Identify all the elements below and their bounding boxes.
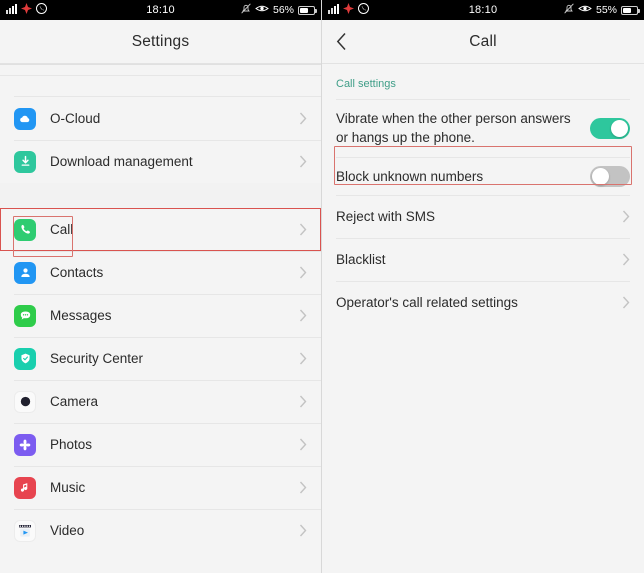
chevron-right-icon bbox=[299, 309, 307, 322]
red-app-icon bbox=[21, 3, 32, 17]
dual-screenshot: 18:10 56% Settings O-Cloud Download mana… bbox=[0, 0, 644, 573]
battery-percent-label: 55% bbox=[595, 4, 617, 16]
sidebar-item-label: Security Center bbox=[50, 351, 144, 366]
chevron-right-icon bbox=[299, 352, 307, 365]
setting-label: Vibrate when the other person answers or… bbox=[336, 111, 571, 145]
eye-icon bbox=[255, 4, 269, 16]
sidebar-item-label: Download management bbox=[50, 154, 193, 169]
battery-icon bbox=[621, 5, 640, 15]
list-section-gap bbox=[0, 183, 321, 208]
sidebar-item-label: Video bbox=[50, 523, 85, 538]
sidebar-item-download-management[interactable]: Download management bbox=[0, 140, 321, 183]
chevron-right-icon bbox=[299, 395, 307, 408]
page-title: Call bbox=[469, 32, 497, 50]
setting-label: Reject with SMS bbox=[336, 209, 436, 224]
status-right-icons: 55% bbox=[564, 3, 640, 17]
shield-icon bbox=[14, 347, 36, 370]
sidebar-item-label: Call bbox=[50, 222, 74, 237]
setting-label: Operator's call related settings bbox=[336, 295, 518, 310]
setting-row-reject-with-sms[interactable]: Reject with SMS bbox=[322, 195, 644, 238]
chevron-right-icon bbox=[299, 481, 307, 494]
video-icon bbox=[14, 519, 36, 542]
photos-icon bbox=[14, 433, 36, 456]
messages-icon bbox=[14, 304, 36, 327]
music-icon bbox=[14, 476, 36, 499]
sidebar-item-label: Contacts bbox=[50, 265, 104, 280]
sidebar-item-label: O-Cloud bbox=[50, 111, 101, 126]
whatsapp-icon bbox=[36, 3, 47, 17]
chevron-left-icon bbox=[336, 32, 346, 51]
sidebar-item-video[interactable]: Video bbox=[0, 509, 321, 552]
sidebar-item-photos[interactable]: Photos bbox=[0, 423, 321, 466]
right-phone-screen: 18:10 55% Call Call settings Vibrate whe… bbox=[322, 0, 644, 573]
settings-list: O-Cloud Download management Call Contact… bbox=[0, 97, 321, 552]
sidebar-item-label: Camera bbox=[50, 394, 99, 409]
sidebar-item-messages[interactable]: Messages bbox=[0, 294, 321, 337]
sidebar-item-o-cloud[interactable]: O-Cloud bbox=[0, 97, 321, 140]
status-bar-left: 18:10 56% bbox=[0, 0, 321, 20]
signal-bars-icon bbox=[6, 3, 17, 17]
chevron-right-icon bbox=[622, 296, 630, 309]
back-button[interactable] bbox=[336, 20, 366, 63]
chevron-right-icon bbox=[622, 253, 630, 266]
bell-mute-icon bbox=[564, 3, 574, 17]
eye-icon bbox=[578, 4, 592, 16]
chevron-right-icon bbox=[299, 524, 307, 537]
status-left-icons bbox=[6, 3, 47, 17]
contacts-icon bbox=[14, 261, 36, 284]
whatsapp-icon bbox=[358, 3, 369, 17]
cloud-icon bbox=[14, 107, 36, 130]
setting-row-blacklist[interactable]: Blacklist bbox=[322, 238, 644, 281]
status-left-icons bbox=[328, 3, 369, 17]
setting-label: Block unknown numbers bbox=[336, 168, 484, 184]
phone-icon bbox=[14, 218, 36, 241]
setting-label: Blacklist bbox=[336, 252, 386, 267]
status-bar-right: 18:10 55% bbox=[322, 0, 644, 20]
block-unknown-numbers-toggle[interactable] bbox=[590, 165, 630, 187]
battery-icon bbox=[298, 5, 317, 15]
status-right-icons: 56% bbox=[241, 3, 317, 17]
left-phone-screen: 18:10 56% Settings O-Cloud Download mana… bbox=[0, 0, 322, 573]
navbar-right: Call bbox=[322, 20, 644, 64]
sidebar-item-label: Messages bbox=[50, 308, 112, 323]
chevron-right-icon bbox=[299, 112, 307, 125]
section-header-call-settings: Call settings bbox=[322, 64, 644, 99]
sidebar-item-contacts[interactable]: Contacts bbox=[0, 251, 321, 294]
chevron-right-icon bbox=[299, 266, 307, 279]
chevron-right-icon bbox=[299, 438, 307, 451]
chevron-right-icon bbox=[622, 210, 630, 223]
battery-percent-label: 56% bbox=[272, 4, 294, 16]
signal-bars-icon bbox=[328, 3, 339, 17]
sidebar-item-call[interactable]: Call bbox=[0, 208, 321, 251]
sidebar-item-security-center[interactable]: Security Center bbox=[0, 337, 321, 380]
sidebar-item-camera[interactable]: Camera bbox=[0, 380, 321, 423]
camera-icon bbox=[14, 390, 36, 413]
call-settings-list: Vibrate when the other person answers or… bbox=[322, 99, 644, 324]
page-title: Settings bbox=[131, 32, 190, 50]
scrolled-row-stub bbox=[0, 64, 321, 76]
download-icon bbox=[14, 150, 36, 173]
list-top-spacer bbox=[0, 76, 321, 97]
red-app-icon bbox=[343, 3, 354, 17]
setting-row-block-unknown-numbers[interactable]: Block unknown numbers bbox=[322, 157, 644, 195]
sidebar-item-music[interactable]: Music bbox=[0, 466, 321, 509]
vibrate-toggle[interactable] bbox=[590, 117, 630, 139]
setting-row-vibrate[interactable]: Vibrate when the other person answers or… bbox=[322, 99, 644, 157]
sidebar-item-label: Photos bbox=[50, 437, 93, 452]
chevron-right-icon bbox=[299, 223, 307, 236]
navbar-left: Settings bbox=[0, 20, 321, 64]
setting-row-operator-call-related-settings[interactable]: Operator's call related settings bbox=[322, 281, 644, 324]
sidebar-item-label: Music bbox=[50, 480, 86, 495]
chevron-right-icon bbox=[299, 155, 307, 168]
bell-mute-icon bbox=[241, 3, 251, 17]
